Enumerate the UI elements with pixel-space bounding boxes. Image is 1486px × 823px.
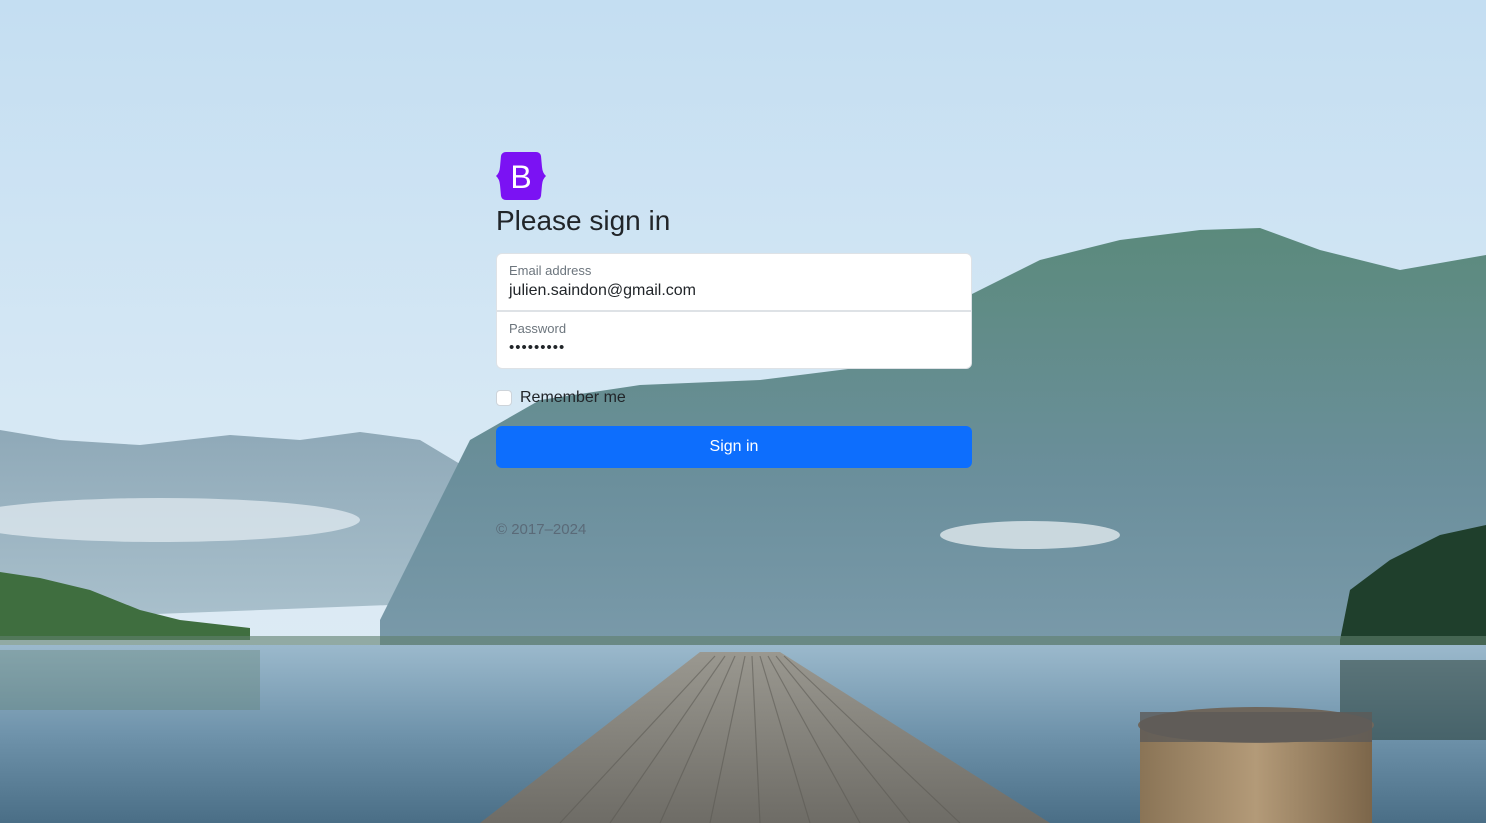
bootstrap-logo-icon: B bbox=[496, 152, 546, 200]
password-label: Password bbox=[509, 321, 567, 336]
password-input[interactable]: ••••••••• bbox=[509, 338, 565, 358]
login-form: Email address julien.saindon@gmail.com P… bbox=[496, 253, 972, 468]
email-input[interactable]: julien.saindon@gmail.com bbox=[509, 281, 696, 301]
svg-text:B: B bbox=[510, 159, 531, 195]
remember-me-label[interactable]: Remember me bbox=[520, 388, 626, 408]
email-field[interactable]: Email address julien.saindon@gmail.com bbox=[496, 253, 972, 311]
signin-form-container: B Please sign in Email address julien.sa… bbox=[496, 151, 972, 555]
remember-me-checkbox[interactable] bbox=[496, 390, 512, 406]
email-label: Email address bbox=[509, 263, 592, 278]
page-title: Please sign in bbox=[496, 205, 671, 236]
remember-me-row[interactable]: Remember me bbox=[496, 388, 972, 408]
sign-in-button[interactable]: Sign in bbox=[496, 426, 972, 468]
copyright-text: © 2017–2024 bbox=[496, 521, 587, 538]
password-field[interactable]: Password ••••••••• bbox=[496, 311, 972, 369]
